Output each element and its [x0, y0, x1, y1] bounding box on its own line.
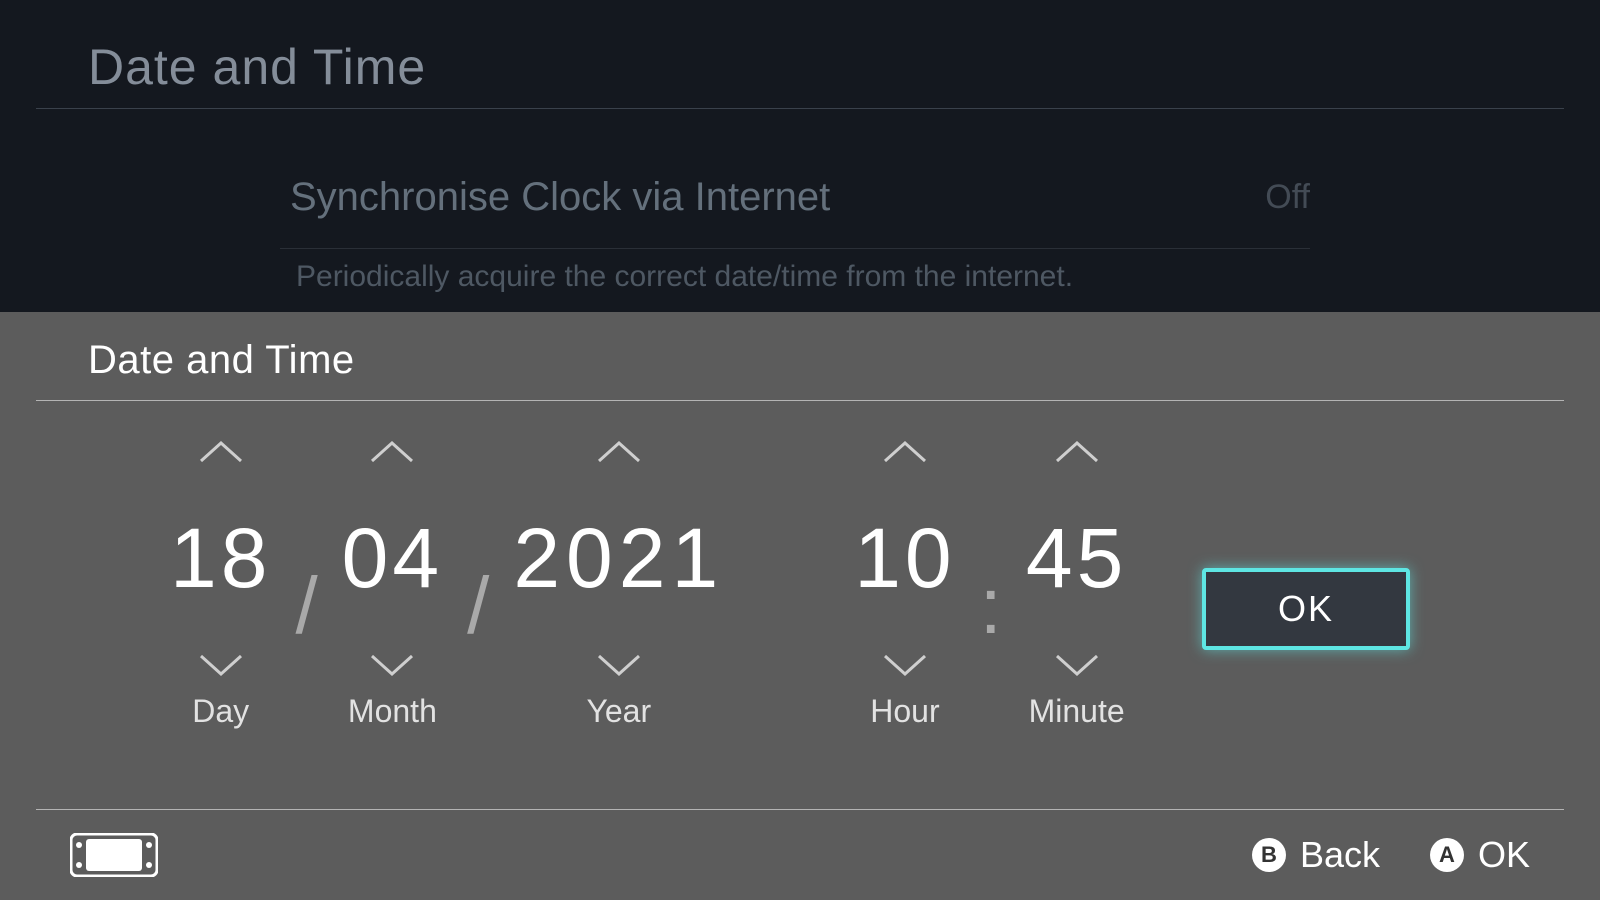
sync-clock-hint: Periodically acquire the correct date/ti…	[296, 260, 1073, 294]
day-value: 18	[160, 472, 281, 645]
date-separator-2: /	[453, 560, 503, 652]
month-spinner[interactable]: 04 Month	[332, 432, 453, 730]
hour-spinner[interactable]: 10 Hour	[844, 432, 965, 730]
time-cluster: 10 Hour : 45 Minute	[844, 432, 1137, 730]
minute-spinner[interactable]: 45 Minute	[1016, 432, 1137, 730]
date-time-picker-panel: Date and Time 18 Day / 04 Month / 2021	[0, 312, 1600, 900]
panel-title: Date and Time	[88, 338, 355, 383]
sync-clock-label: Synchronise Clock via Internet	[290, 175, 830, 220]
minute-up-icon[interactable]	[1052, 432, 1102, 472]
year-value: 2021	[503, 472, 734, 645]
month-label: Month	[348, 693, 437, 730]
ok-label: OK	[1478, 834, 1530, 876]
minute-value: 45	[1016, 472, 1137, 645]
b-glyph-icon: B	[1252, 838, 1286, 872]
year-spinner[interactable]: 2021 Year	[503, 432, 734, 730]
back-hint[interactable]: B Back	[1252, 834, 1380, 876]
title-divider	[36, 108, 1564, 109]
month-up-icon[interactable]	[367, 432, 417, 472]
ok-hint[interactable]: A OK	[1430, 834, 1530, 876]
sync-row-divider	[280, 248, 1310, 249]
day-up-icon[interactable]	[196, 432, 246, 472]
ok-button[interactable]: OK	[1202, 568, 1410, 650]
day-spinner[interactable]: 18 Day	[160, 432, 281, 730]
year-up-icon[interactable]	[594, 432, 644, 472]
page-title: Date and Time	[88, 38, 426, 96]
year-down-icon[interactable]	[594, 645, 644, 685]
sync-clock-row: Synchronise Clock via Internet Off	[290, 175, 1310, 220]
date-cluster: 18 Day / 04 Month / 2021 Year	[160, 432, 734, 730]
a-glyph-icon: A	[1430, 838, 1464, 872]
date-separator: /	[281, 560, 331, 652]
controller-icon	[70, 833, 158, 877]
hour-up-icon[interactable]	[880, 432, 930, 472]
minute-down-icon[interactable]	[1052, 645, 1102, 685]
year-label: Year	[586, 693, 651, 730]
month-value: 04	[332, 472, 453, 645]
time-separator: :	[966, 560, 1016, 652]
minute-label: Minute	[1029, 693, 1125, 730]
back-label: Back	[1300, 834, 1380, 876]
hour-label: Hour	[870, 693, 939, 730]
hour-down-icon[interactable]	[880, 645, 930, 685]
bottom-bar: B Back A OK	[0, 810, 1600, 900]
sync-clock-value: Off	[1265, 178, 1310, 217]
hour-value: 10	[844, 472, 965, 645]
day-label: Day	[192, 693, 249, 730]
month-down-icon[interactable]	[367, 645, 417, 685]
day-down-icon[interactable]	[196, 645, 246, 685]
button-hints: B Back A OK	[1252, 834, 1530, 876]
panel-title-divider	[36, 400, 1564, 401]
spinner-row: 18 Day / 04 Month / 2021 Year	[160, 432, 1137, 730]
